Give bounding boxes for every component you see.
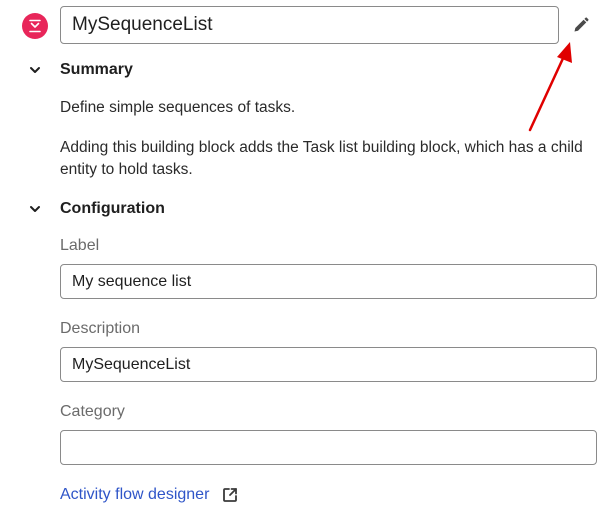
chevron-down-icon — [26, 61, 44, 79]
category-field[interactable] — [60, 430, 597, 465]
external-link-icon — [221, 486, 239, 504]
description-field[interactable] — [60, 347, 597, 382]
category-field-label: Category — [60, 403, 125, 420]
chevron-down-icon — [26, 200, 44, 218]
summary-details: Adding this building block adds the Task… — [60, 139, 583, 178]
pencil-icon[interactable] — [570, 14, 592, 36]
summary-description: Define simple sequences of tasks. — [60, 99, 296, 116]
properties-panel: Summary Define simple sequences of tasks… — [0, 0, 613, 526]
configuration-title: Configuration — [60, 200, 165, 217]
configuration-section-toggle[interactable]: Configuration — [26, 200, 165, 218]
label-field-label: Label — [60, 237, 100, 254]
sequence-list-icon — [22, 13, 48, 39]
activity-flow-designer-link[interactable]: Activity flow designer — [60, 486, 239, 504]
activity-flow-designer-link-label: Activity flow designer — [60, 486, 210, 503]
annotation-arrow — [528, 42, 572, 132]
label-field[interactable] — [60, 264, 597, 299]
description-field-label: Description — [60, 320, 141, 337]
summary-title: Summary — [60, 61, 133, 78]
block-name-input[interactable] — [60, 6, 559, 44]
summary-section-toggle[interactable]: Summary — [26, 61, 133, 79]
